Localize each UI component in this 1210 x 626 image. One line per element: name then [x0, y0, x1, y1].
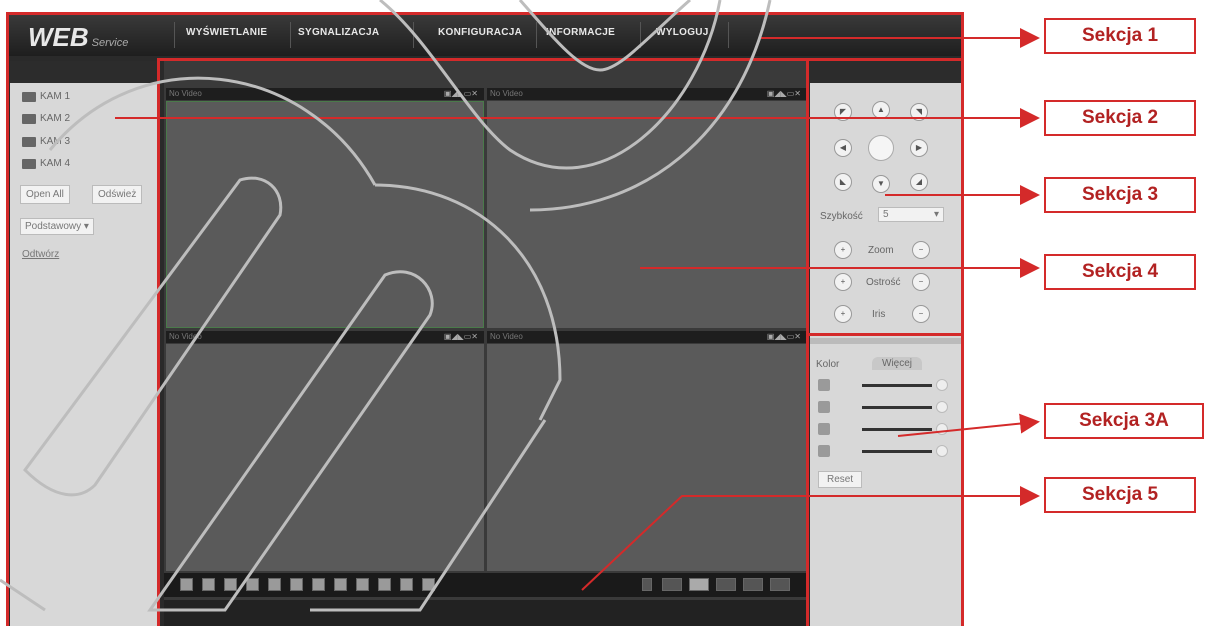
annotated-screenshot: WEB Service WYŚWIETLANIE SYGNALIZACJA KON…	[0, 0, 1210, 626]
callout-sekcja-5: Sekcja 5	[1044, 477, 1196, 513]
callout-sekcja-4: Sekcja 4	[1044, 254, 1196, 290]
section-frame-ptz	[806, 58, 964, 336]
section-frame-video	[157, 58, 809, 626]
callout-sekcja-3a: Sekcja 3A	[1044, 403, 1204, 439]
callout-sekcja-1: Sekcja 1	[1044, 18, 1196, 54]
callout-sekcja-3: Sekcja 3	[1044, 177, 1196, 213]
callout-sekcja-2: Sekcja 2	[1044, 100, 1196, 136]
